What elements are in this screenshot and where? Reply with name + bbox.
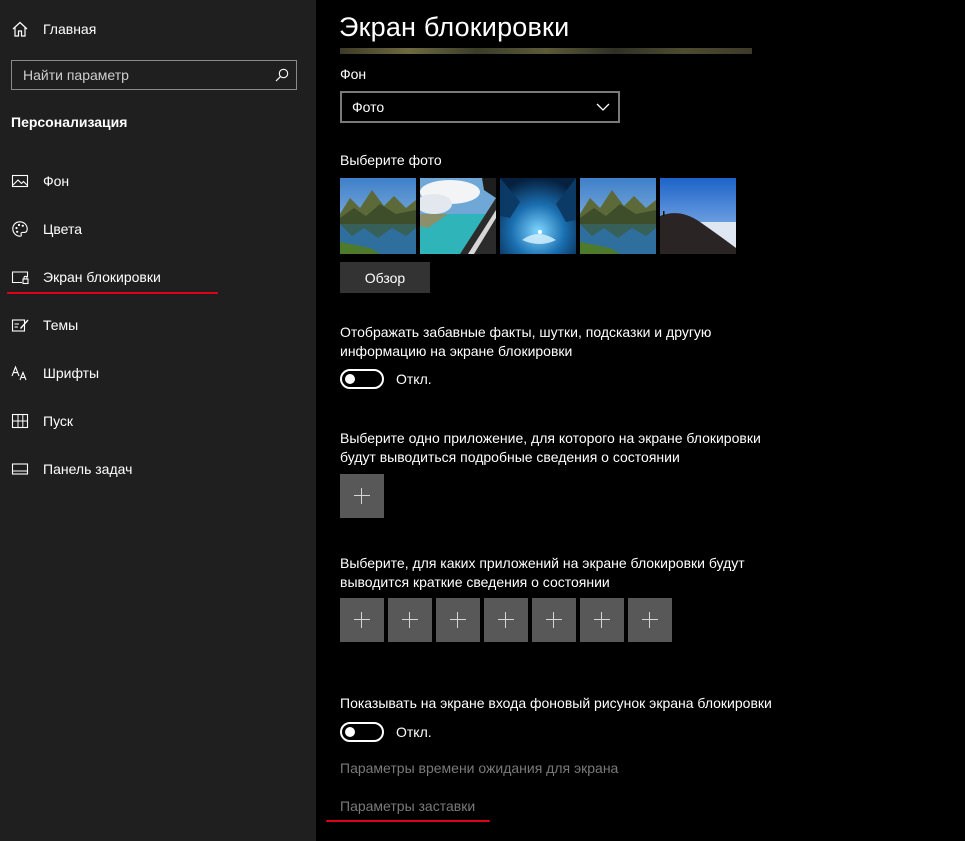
annotation-underline <box>326 820 490 822</box>
signin-bg-label: Показывать на экране входа фоновый рисун… <box>340 695 772 711</box>
themes-icon <box>11 319 29 332</box>
add-detailed-app-button[interactable] <box>340 474 384 518</box>
signin-bg-toggle[interactable] <box>340 722 384 742</box>
picture-icon <box>11 174 29 188</box>
photo-thumbnail-5[interactable] <box>660 178 736 254</box>
home-label: Главная <box>43 21 97 37</box>
signin-bg-toggle-state: Откл. <box>396 724 432 740</box>
sidebar-item-themes[interactable]: Темы <box>0 303 316 347</box>
background-dropdown[interactable]: Фото <box>340 91 620 123</box>
fonts-icon <box>11 365 27 381</box>
seaplane-coast-photo <box>420 178 496 254</box>
preview-image-edge <box>340 48 752 54</box>
toggle-knob <box>345 374 355 384</box>
sidebar-item-label: Панель задач <box>43 461 133 477</box>
sidebar-item-label: Темы <box>43 317 79 333</box>
home-link[interactable]: Главная <box>11 18 96 40</box>
sidebar-item-fonts[interactable]: Шрифты <box>0 351 316 395</box>
chevron-down-icon <box>596 103 610 111</box>
sidebar-item-label: Шрифты <box>43 365 100 381</box>
add-quick-app-button-3[interactable] <box>436 598 480 642</box>
page-title: Экран блокировки <box>339 12 570 42</box>
sidebar-item-label: Экран блокировки <box>43 269 161 285</box>
detailed-app-label: Выберите одно приложение, для которого н… <box>340 430 761 465</box>
background-dropdown-value: Фото <box>352 99 385 115</box>
photo-thumbnail-1[interactable] <box>340 178 416 254</box>
photo-thumbnail-3[interactable] <box>500 178 576 254</box>
add-quick-app-button-4[interactable] <box>484 598 528 642</box>
palette-icon <box>12 221 28 237</box>
sidebar-item-start[interactable]: Пуск <box>0 399 316 443</box>
hill-horizon-photo <box>660 178 736 254</box>
home-icon <box>12 21 28 37</box>
add-quick-app-button-6[interactable] <box>580 598 624 642</box>
add-quick-app-button-2[interactable] <box>388 598 432 642</box>
fun-facts-toggle-state: Откл. <box>396 371 432 387</box>
screen-timeout-link[interactable]: Параметры времени ожидания для экрана <box>340 759 618 778</box>
sidebar-item-label: Цвета <box>43 221 82 237</box>
mountain-lake-photo-2 <box>580 178 656 254</box>
add-quick-app-button-5[interactable] <box>532 598 576 642</box>
screensaver-link[interactable]: Параметры заставки <box>340 797 475 816</box>
choose-photo-label: Выберите фото <box>340 152 442 168</box>
photo-thumbnail-4[interactable] <box>580 178 656 254</box>
fun-facts-toggle[interactable] <box>340 369 384 389</box>
section-title: Персонализация <box>11 114 128 130</box>
search-box[interactable] <box>11 60 297 90</box>
start-icon <box>11 413 29 429</box>
sidebar-item-label: Фон <box>43 173 70 189</box>
sidebar-item-taskbar[interactable]: Панель задач <box>0 447 316 491</box>
add-quick-app-button-1[interactable] <box>340 598 384 642</box>
add-quick-app-button-7[interactable] <box>628 598 672 642</box>
mountain-lake-photo <box>340 178 416 254</box>
ice-cave-photo <box>500 178 576 254</box>
photo-thumbnail-2[interactable] <box>420 178 496 254</box>
browse-button[interactable]: Обзор <box>340 262 430 293</box>
sidebar-item-background[interactable]: Фон <box>0 159 316 203</box>
sidebar-item-label: Пуск <box>43 413 74 429</box>
toggle-knob <box>345 727 355 737</box>
search-icon[interactable] <box>275 68 289 82</box>
sidebar: Главная Персонализация Фон Цвета <box>0 0 316 841</box>
fun-facts-label: Отображать забавные факты, шутки, подска… <box>340 324 712 359</box>
background-label: Фон <box>340 66 367 82</box>
taskbar-icon <box>11 463 29 475</box>
sidebar-item-colors[interactable]: Цвета <box>0 207 316 251</box>
quick-apps-label: Выберите, для каких приложений на экране… <box>340 555 745 590</box>
lock-screen-icon <box>11 271 29 285</box>
annotation-underline <box>7 292 218 294</box>
search-input[interactable] <box>12 61 262 89</box>
main-content: Экран блокировки Фон Фото Выберите фото <box>316 0 965 841</box>
